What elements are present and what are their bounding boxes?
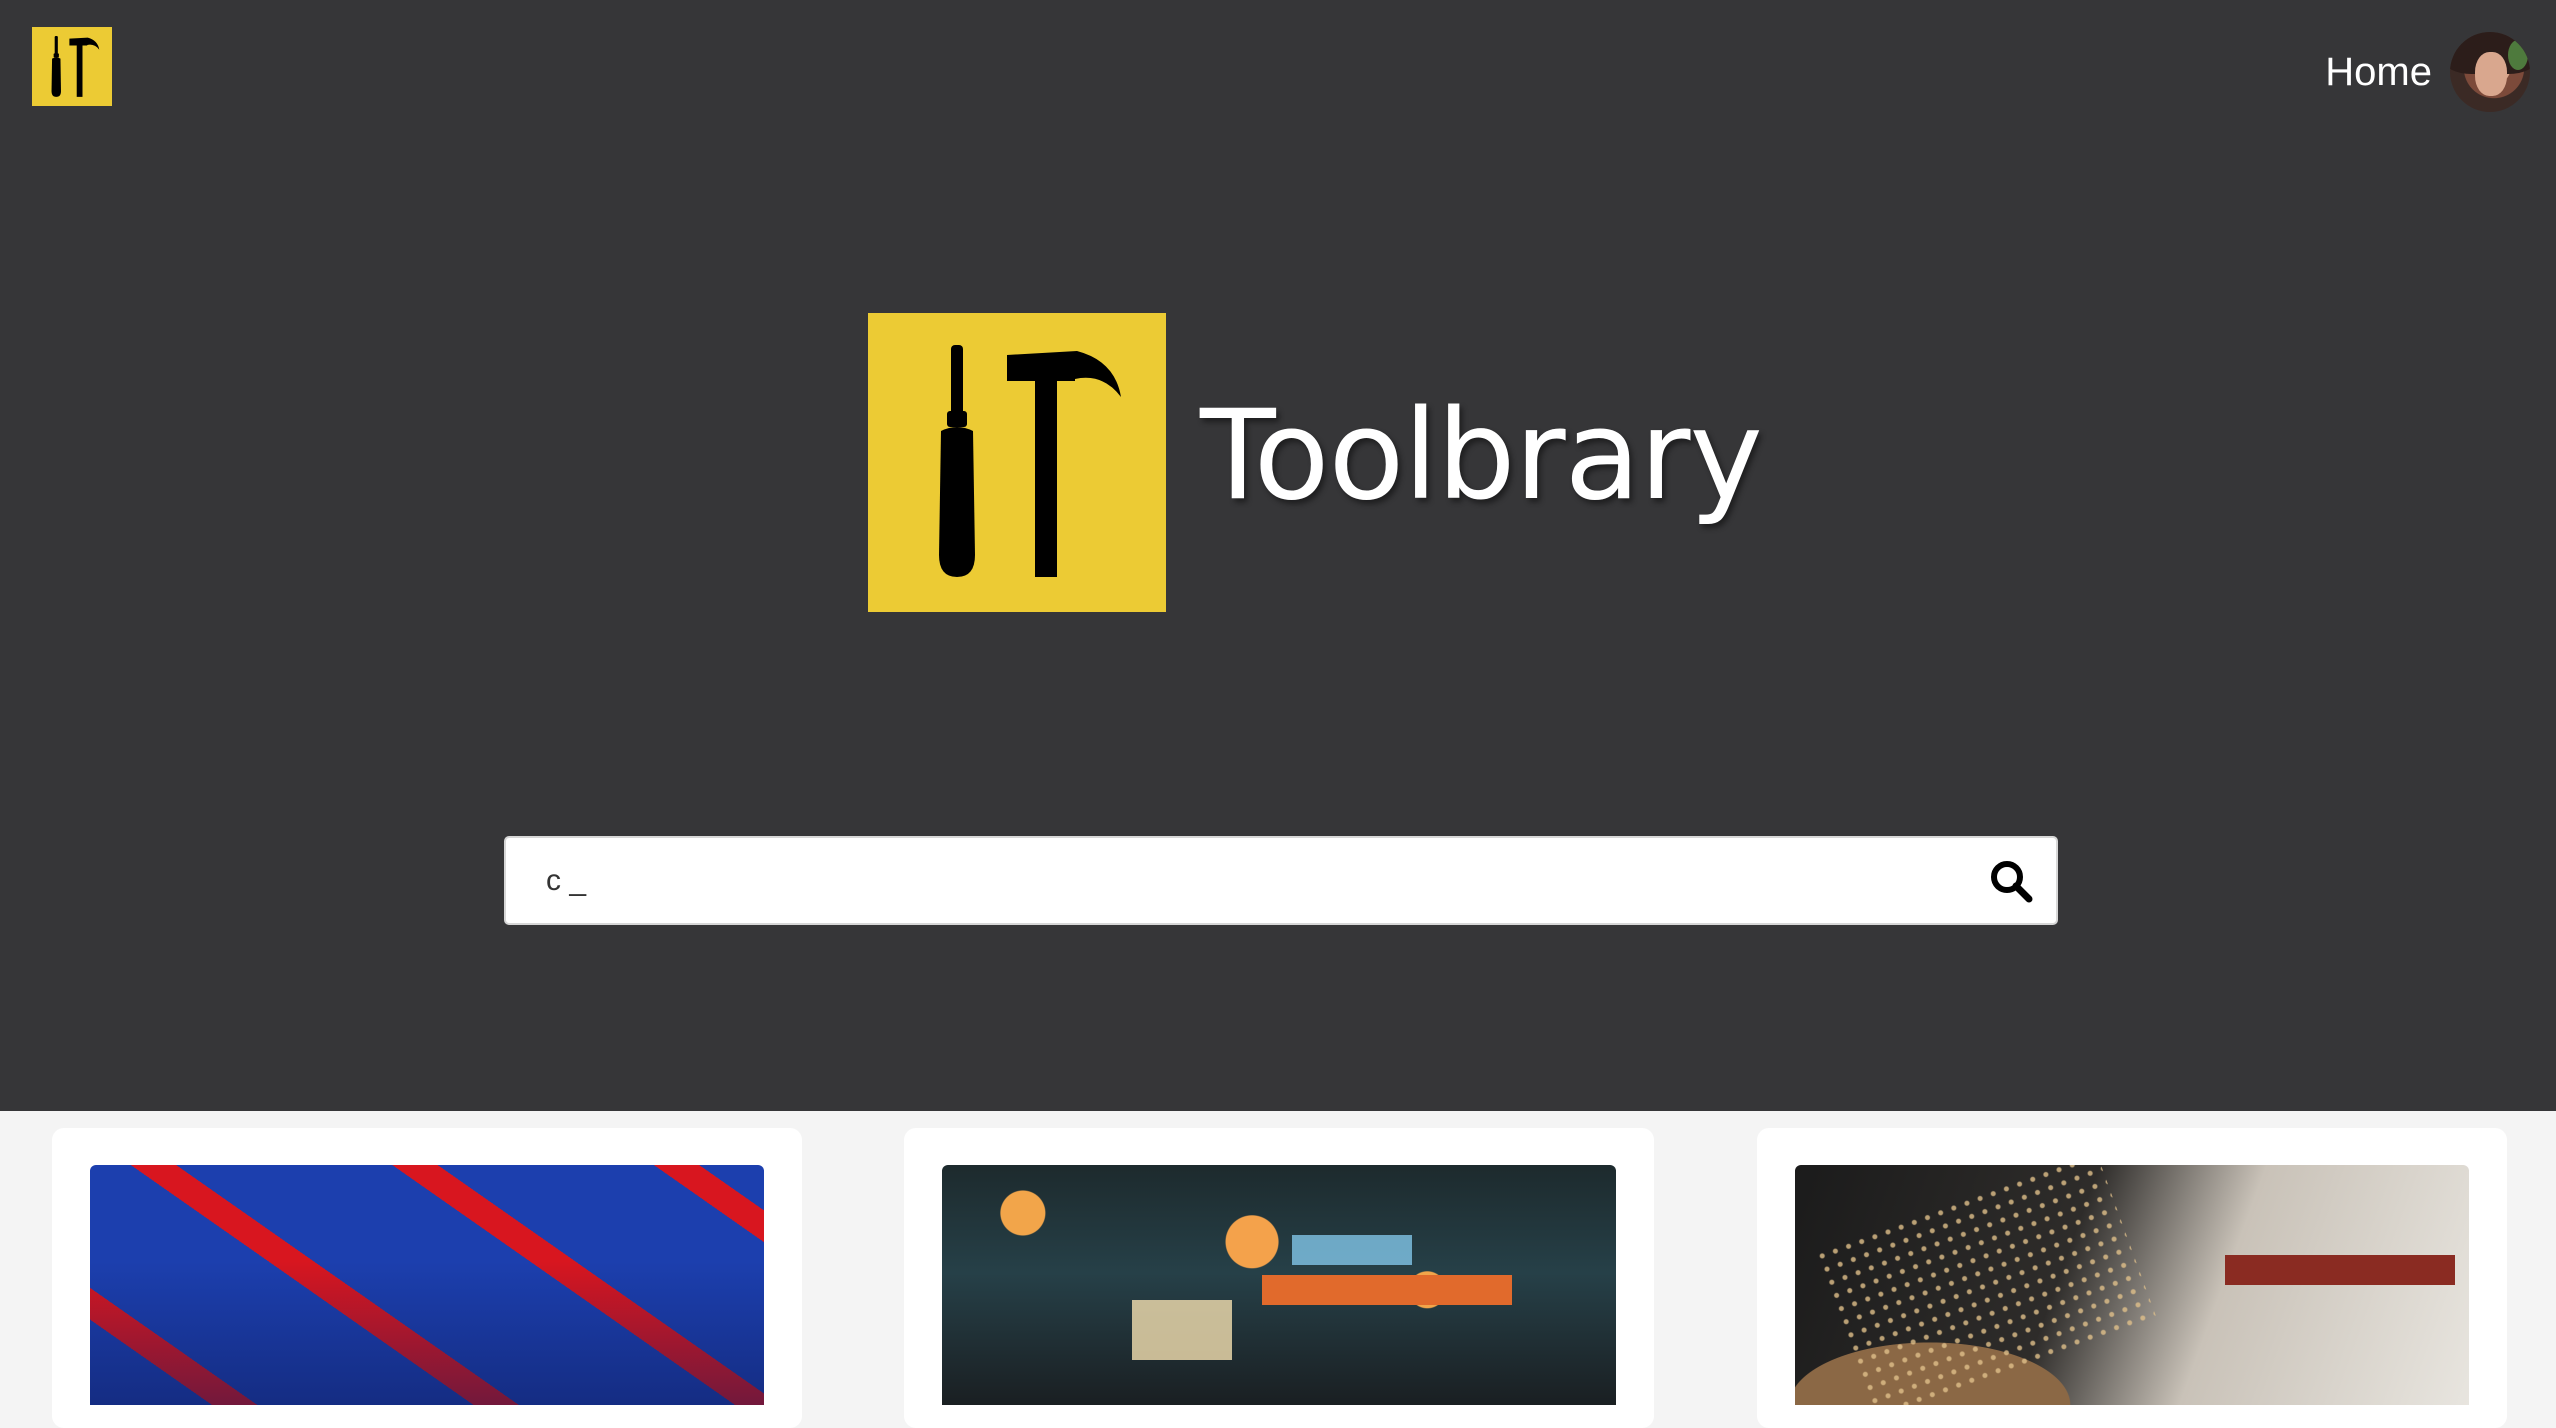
search-button[interactable]	[1966, 838, 2056, 923]
card-image	[1795, 1165, 2469, 1405]
search-input[interactable]	[506, 838, 1966, 923]
brand-title: Toolbrary	[1200, 383, 1763, 528]
hero-section: Home Toolbrary	[0, 0, 2556, 1111]
user-avatar[interactable]	[2450, 32, 2530, 112]
card-image	[942, 1165, 1616, 1405]
featured-card[interactable]	[52, 1128, 802, 1428]
nav-home-link[interactable]: Home	[2325, 50, 2432, 95]
search-bar	[504, 836, 2058, 925]
brand-logo	[868, 313, 1166, 612]
screwdriver-hammer-icon	[939, 344, 1121, 577]
screwdriver-hammer-icon	[51, 35, 100, 97]
search-icon	[1991, 860, 2033, 902]
featured-card[interactable]	[1757, 1128, 2507, 1428]
top-nav: Home	[2325, 31, 2530, 113]
brand-header: Toolbrary	[868, 313, 1763, 612]
home-logo-button[interactable]	[32, 27, 112, 106]
featured-cards	[0, 1111, 2556, 1428]
card-image	[90, 1165, 764, 1405]
featured-card[interactable]	[904, 1128, 1654, 1428]
